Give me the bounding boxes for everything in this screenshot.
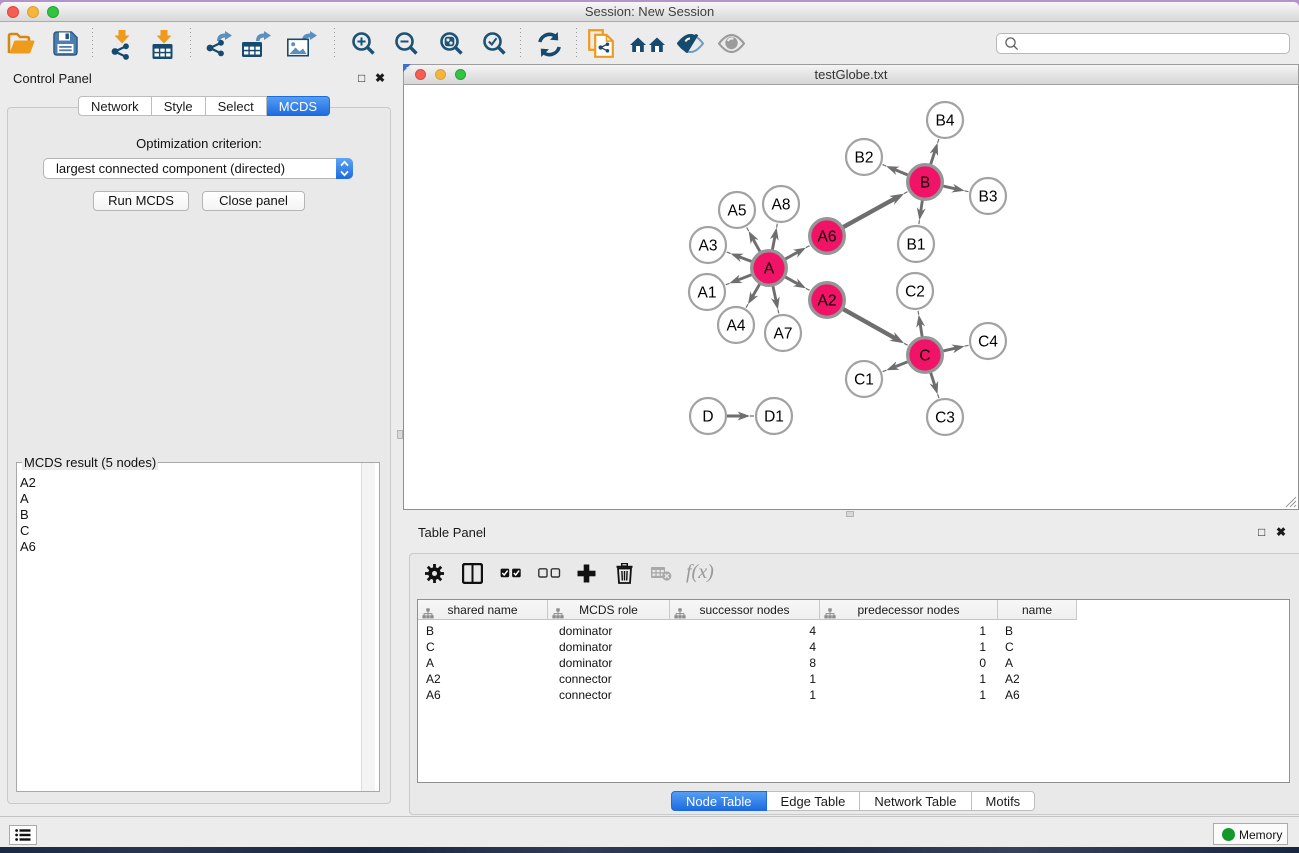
svg-text:A2: A2: [818, 293, 837, 310]
svg-text:D1: D1: [764, 409, 784, 426]
svg-text:A8: A8: [772, 197, 791, 214]
svg-text:A1: A1: [698, 285, 717, 302]
svg-text:C4: C4: [978, 334, 998, 351]
svg-text:B4: B4: [936, 113, 955, 130]
svg-text:B1: B1: [907, 237, 926, 254]
svg-text:C2: C2: [905, 284, 925, 301]
svg-text:A3: A3: [699, 238, 718, 255]
svg-text:C1: C1: [854, 372, 874, 389]
svg-text:B3: B3: [979, 189, 998, 206]
svg-text:B: B: [920, 175, 930, 192]
svg-text:A: A: [764, 261, 775, 278]
svg-text:A7: A7: [774, 326, 793, 343]
svg-text:A5: A5: [728, 203, 747, 220]
svg-text:C: C: [919, 348, 930, 365]
svg-text:D: D: [702, 409, 713, 426]
svg-text:C3: C3: [935, 410, 955, 427]
svg-text:A6: A6: [818, 229, 837, 246]
svg-text:A4: A4: [727, 318, 746, 335]
svg-text:B2: B2: [855, 150, 874, 167]
